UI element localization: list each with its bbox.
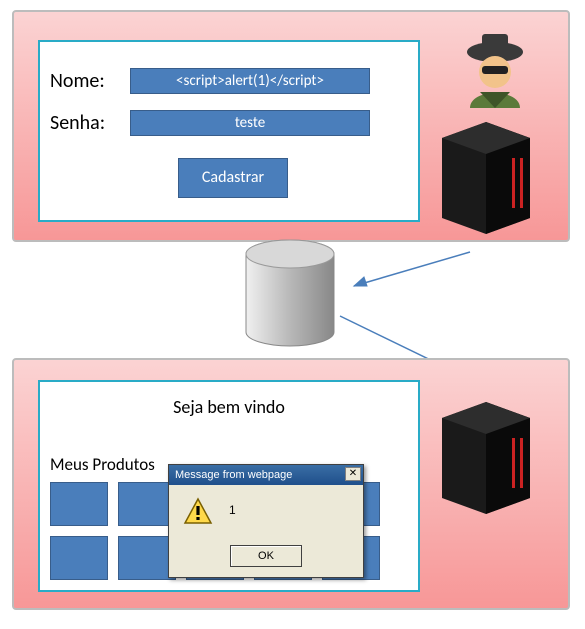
product-item[interactable] [50,482,108,526]
name-row: Nome: <script>alert(1)</script> [50,66,410,96]
welcome-text: Seja bem vindo [40,396,418,418]
dialog-title-text: Message from webpage [175,469,292,481]
dialog-body: 1 [169,485,363,545]
password-row: Senha: teste [50,108,410,138]
dialog-titlebar: Message from webpage ✕ [169,465,363,485]
database-icon [240,238,340,348]
server-icon [434,118,538,234]
dialog-close-button[interactable]: ✕ [345,467,361,481]
password-label: Senha: [50,111,130,135]
attack-result-panel: Seja bem vindo Meus Produtos Message fro… [12,358,570,610]
warning-icon [183,497,213,525]
server-icon [434,398,538,514]
arrow-form-to-server [340,246,480,296]
submit-button[interactable]: Cadastrar [178,158,288,198]
attacker-icon [456,30,534,108]
signup-form: Nome: <script>alert(1)</script> Senha: t… [38,40,420,222]
attack-input-panel: Nome: <script>alert(1)</script> Senha: t… [12,10,570,242]
dialog-message: 1 [229,503,236,517]
name-label: Nome: [50,69,130,93]
name-field[interactable]: <script>alert(1)</script> [130,68,370,94]
victim-page: Seja bem vindo Meus Produtos Message fro… [38,380,420,592]
products-heading: Meus Produtos [50,454,155,475]
dialog-ok-button[interactable]: OK [230,545,302,567]
product-item[interactable] [50,536,108,580]
alert-dialog: Message from webpage ✕ 1 OK [168,464,364,578]
password-field[interactable]: teste [130,110,370,136]
dialog-footer: OK [169,545,363,567]
